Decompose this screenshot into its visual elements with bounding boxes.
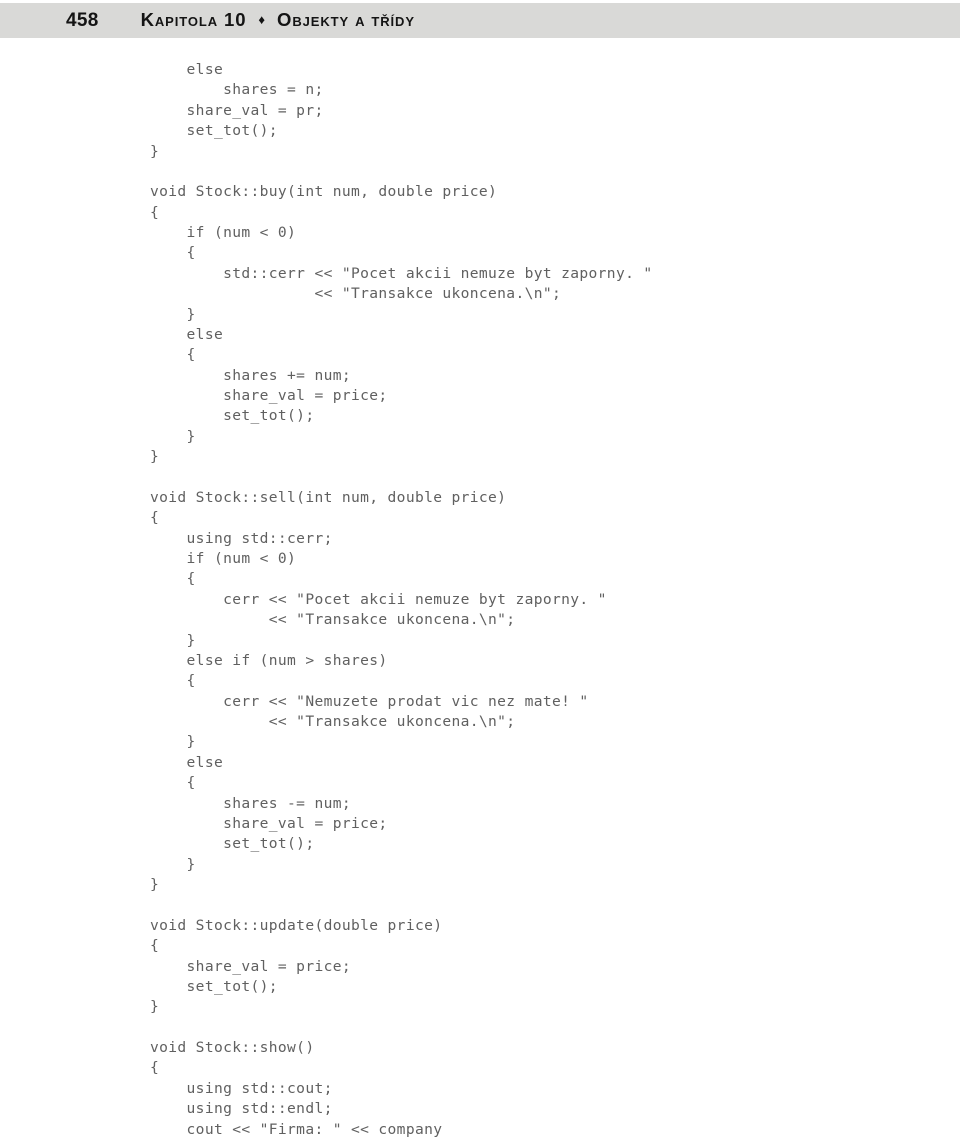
code-line: set_tot(); bbox=[150, 407, 315, 425]
code-line: { bbox=[150, 570, 196, 588]
code-line: } bbox=[150, 998, 160, 1016]
code-line: shares = n; bbox=[150, 81, 324, 99]
code-line: } bbox=[150, 142, 160, 160]
code-line: share_val = price; bbox=[150, 957, 351, 975]
code-line: share_val = price; bbox=[150, 387, 388, 404]
code-line: << "Transakce ukoncena.\n"; bbox=[150, 611, 516, 629]
code-line: << "Transakce ukoncena.\n"; bbox=[150, 713, 516, 730]
code-line: shares += num; bbox=[150, 366, 351, 384]
code-line: else bbox=[150, 753, 224, 771]
code-line: } bbox=[150, 305, 196, 323]
code-line: } bbox=[150, 733, 196, 751]
code-line: share_val = pr; bbox=[150, 101, 324, 119]
code-line: { bbox=[150, 509, 160, 527]
running-head-title: Kapitola 10 ♦ Objekty a třídy bbox=[141, 11, 415, 30]
code-line: } bbox=[150, 876, 160, 893]
code-line: set_tot(); bbox=[150, 977, 278, 995]
code-line: if (num < 0) bbox=[150, 224, 297, 241]
code-line: void Stock::sell(int num, double price) bbox=[150, 488, 507, 506]
code-line: { bbox=[150, 346, 196, 364]
code-line: { bbox=[150, 244, 196, 262]
code-listing: else shares = n; share_val = pr; set_tot… bbox=[150, 60, 940, 1140]
chapter-title: Objekty a třídy bbox=[277, 9, 415, 31]
code-line: cerr << "Nemuzete prodat vic nez mate! " bbox=[150, 692, 589, 710]
code-line: void Stock::update(double price) bbox=[150, 916, 443, 934]
code-line: cout << "Firma: " << company bbox=[150, 1120, 443, 1138]
page-number: 458 bbox=[66, 9, 99, 31]
diamond-icon: ♦ bbox=[258, 12, 266, 27]
code-line: void Stock::buy(int num, double price) bbox=[150, 183, 498, 201]
code-line: using std::cout; bbox=[150, 1079, 333, 1097]
code-line: share_val = price; bbox=[150, 814, 388, 832]
code-line: { bbox=[150, 1059, 160, 1077]
code-line: set_tot(); bbox=[150, 835, 315, 853]
code-line: void Stock::show() bbox=[150, 1039, 315, 1056]
code-line: else bbox=[150, 61, 224, 78]
code-line: { bbox=[150, 937, 160, 955]
code-line: { bbox=[150, 203, 160, 221]
running-head: 458 Kapitola 10 ♦ Objekty a třídy bbox=[0, 3, 960, 38]
code-line: using std::endl; bbox=[150, 1100, 333, 1118]
code-line: else if (num > shares) bbox=[150, 651, 388, 669]
code-line: std::cerr << "Pocet akcii nemuze byt zap… bbox=[150, 264, 653, 282]
code-line: } bbox=[150, 631, 196, 649]
code-line: } bbox=[150, 448, 160, 466]
chapter-label: Kapitola 10 bbox=[140, 9, 247, 31]
code-line: else bbox=[150, 325, 224, 343]
code-line: set_tot(); bbox=[150, 122, 278, 140]
code-line: if (num < 0) bbox=[150, 550, 297, 567]
code-line: { bbox=[150, 672, 196, 690]
code-line: } bbox=[150, 855, 196, 873]
code-line: { bbox=[150, 774, 196, 792]
code-line: cerr << "Pocet akcii nemuze byt zaporny.… bbox=[150, 590, 607, 608]
code-line: << "Transakce ukoncena.\n"; bbox=[150, 285, 562, 303]
code-line: shares -= num; bbox=[150, 794, 351, 812]
code-line: } bbox=[150, 427, 196, 445]
code-line: using std::cerr; bbox=[150, 529, 333, 547]
